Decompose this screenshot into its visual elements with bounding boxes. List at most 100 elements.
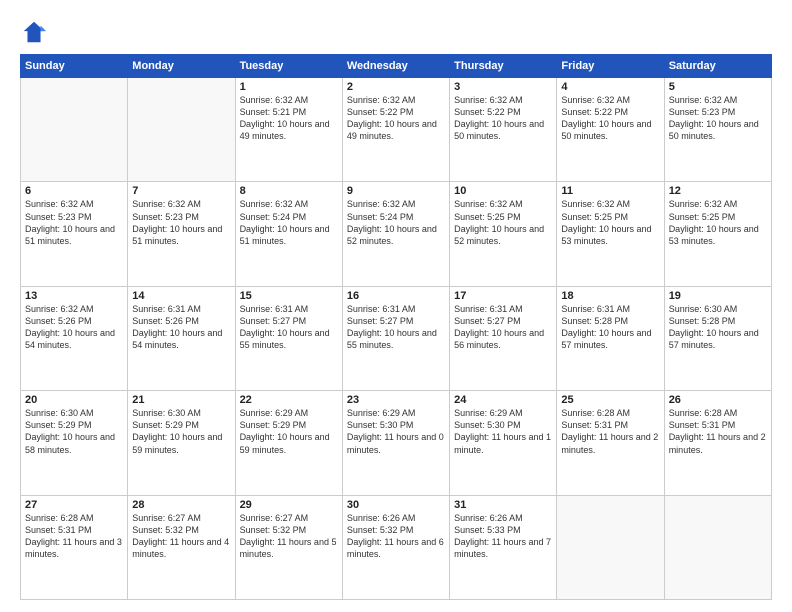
- calendar-cell: [21, 78, 128, 182]
- day-info: Sunrise: 6:32 AM Sunset: 5:23 PM Dayligh…: [132, 198, 230, 247]
- day-info: Sunrise: 6:31 AM Sunset: 5:27 PM Dayligh…: [454, 303, 552, 352]
- day-number: 16: [347, 290, 445, 302]
- calendar-header-thursday: Thursday: [450, 55, 557, 78]
- day-number: 12: [669, 185, 767, 197]
- logo: [20, 18, 52, 46]
- calendar-cell: 19Sunrise: 6:30 AM Sunset: 5:28 PM Dayli…: [664, 286, 771, 390]
- day-number: 21: [132, 394, 230, 406]
- day-number: 11: [561, 185, 659, 197]
- day-info: Sunrise: 6:32 AM Sunset: 5:23 PM Dayligh…: [669, 94, 767, 143]
- calendar-cell: 14Sunrise: 6:31 AM Sunset: 5:26 PM Dayli…: [128, 286, 235, 390]
- calendar-cell: 20Sunrise: 6:30 AM Sunset: 5:29 PM Dayli…: [21, 391, 128, 495]
- day-info: Sunrise: 6:30 AM Sunset: 5:29 PM Dayligh…: [132, 407, 230, 456]
- calendar-cell: 10Sunrise: 6:32 AM Sunset: 5:25 PM Dayli…: [450, 182, 557, 286]
- calendar-cell: 9Sunrise: 6:32 AM Sunset: 5:24 PM Daylig…: [342, 182, 449, 286]
- day-number: 25: [561, 394, 659, 406]
- calendar-cell: 15Sunrise: 6:31 AM Sunset: 5:27 PM Dayli…: [235, 286, 342, 390]
- day-info: Sunrise: 6:26 AM Sunset: 5:33 PM Dayligh…: [454, 512, 552, 561]
- calendar-table: SundayMondayTuesdayWednesdayThursdayFrid…: [20, 54, 772, 600]
- day-number: 26: [669, 394, 767, 406]
- day-number: 18: [561, 290, 659, 302]
- calendar-cell: 2Sunrise: 6:32 AM Sunset: 5:22 PM Daylig…: [342, 78, 449, 182]
- day-number: 30: [347, 499, 445, 511]
- calendar-header-wednesday: Wednesday: [342, 55, 449, 78]
- day-info: Sunrise: 6:32 AM Sunset: 5:24 PM Dayligh…: [240, 198, 338, 247]
- day-info: Sunrise: 6:32 AM Sunset: 5:25 PM Dayligh…: [561, 198, 659, 247]
- calendar-header-sunday: Sunday: [21, 55, 128, 78]
- calendar-cell: 18Sunrise: 6:31 AM Sunset: 5:28 PM Dayli…: [557, 286, 664, 390]
- day-info: Sunrise: 6:28 AM Sunset: 5:31 PM Dayligh…: [669, 407, 767, 456]
- calendar-cell: 6Sunrise: 6:32 AM Sunset: 5:23 PM Daylig…: [21, 182, 128, 286]
- day-info: Sunrise: 6:32 AM Sunset: 5:26 PM Dayligh…: [25, 303, 123, 352]
- calendar-week-3: 13Sunrise: 6:32 AM Sunset: 5:26 PM Dayli…: [21, 286, 772, 390]
- calendar-week-2: 6Sunrise: 6:32 AM Sunset: 5:23 PM Daylig…: [21, 182, 772, 286]
- day-info: Sunrise: 6:32 AM Sunset: 5:22 PM Dayligh…: [561, 94, 659, 143]
- day-info: Sunrise: 6:30 AM Sunset: 5:28 PM Dayligh…: [669, 303, 767, 352]
- day-number: 6: [25, 185, 123, 197]
- calendar-cell: [664, 495, 771, 599]
- day-info: Sunrise: 6:31 AM Sunset: 5:26 PM Dayligh…: [132, 303, 230, 352]
- calendar-cell: 25Sunrise: 6:28 AM Sunset: 5:31 PM Dayli…: [557, 391, 664, 495]
- calendar-cell: 29Sunrise: 6:27 AM Sunset: 5:32 PM Dayli…: [235, 495, 342, 599]
- calendar-cell: 22Sunrise: 6:29 AM Sunset: 5:29 PM Dayli…: [235, 391, 342, 495]
- calendar-cell: 5Sunrise: 6:32 AM Sunset: 5:23 PM Daylig…: [664, 78, 771, 182]
- calendar-header-monday: Monday: [128, 55, 235, 78]
- day-info: Sunrise: 6:32 AM Sunset: 5:21 PM Dayligh…: [240, 94, 338, 143]
- calendar-cell: 13Sunrise: 6:32 AM Sunset: 5:26 PM Dayli…: [21, 286, 128, 390]
- calendar-cell: 27Sunrise: 6:28 AM Sunset: 5:31 PM Dayli…: [21, 495, 128, 599]
- day-info: Sunrise: 6:29 AM Sunset: 5:29 PM Dayligh…: [240, 407, 338, 456]
- day-number: 14: [132, 290, 230, 302]
- day-info: Sunrise: 6:26 AM Sunset: 5:32 PM Dayligh…: [347, 512, 445, 561]
- day-info: Sunrise: 6:27 AM Sunset: 5:32 PM Dayligh…: [240, 512, 338, 561]
- day-info: Sunrise: 6:32 AM Sunset: 5:24 PM Dayligh…: [347, 198, 445, 247]
- day-number: 1: [240, 81, 338, 93]
- calendar-cell: 8Sunrise: 6:32 AM Sunset: 5:24 PM Daylig…: [235, 182, 342, 286]
- day-number: 22: [240, 394, 338, 406]
- calendar-header-saturday: Saturday: [664, 55, 771, 78]
- day-info: Sunrise: 6:30 AM Sunset: 5:29 PM Dayligh…: [25, 407, 123, 456]
- calendar-week-1: 1Sunrise: 6:32 AM Sunset: 5:21 PM Daylig…: [21, 78, 772, 182]
- day-number: 31: [454, 499, 552, 511]
- day-info: Sunrise: 6:27 AM Sunset: 5:32 PM Dayligh…: [132, 512, 230, 561]
- day-number: 13: [25, 290, 123, 302]
- day-info: Sunrise: 6:32 AM Sunset: 5:23 PM Dayligh…: [25, 198, 123, 247]
- day-number: 2: [347, 81, 445, 93]
- day-number: 28: [132, 499, 230, 511]
- day-number: 29: [240, 499, 338, 511]
- header: [20, 18, 772, 46]
- day-info: Sunrise: 6:32 AM Sunset: 5:22 PM Dayligh…: [347, 94, 445, 143]
- calendar-cell: 11Sunrise: 6:32 AM Sunset: 5:25 PM Dayli…: [557, 182, 664, 286]
- day-number: 23: [347, 394, 445, 406]
- day-info: Sunrise: 6:28 AM Sunset: 5:31 PM Dayligh…: [25, 512, 123, 561]
- day-number: 27: [25, 499, 123, 511]
- day-number: 7: [132, 185, 230, 197]
- calendar-cell: 12Sunrise: 6:32 AM Sunset: 5:25 PM Dayli…: [664, 182, 771, 286]
- day-info: Sunrise: 6:32 AM Sunset: 5:25 PM Dayligh…: [669, 198, 767, 247]
- calendar-cell: 21Sunrise: 6:30 AM Sunset: 5:29 PM Dayli…: [128, 391, 235, 495]
- calendar-header-tuesday: Tuesday: [235, 55, 342, 78]
- day-number: 5: [669, 81, 767, 93]
- calendar-header-row: SundayMondayTuesdayWednesdayThursdayFrid…: [21, 55, 772, 78]
- day-info: Sunrise: 6:29 AM Sunset: 5:30 PM Dayligh…: [347, 407, 445, 456]
- day-info: Sunrise: 6:32 AM Sunset: 5:25 PM Dayligh…: [454, 198, 552, 247]
- page: SundayMondayTuesdayWednesdayThursdayFrid…: [0, 0, 792, 612]
- day-info: Sunrise: 6:31 AM Sunset: 5:27 PM Dayligh…: [240, 303, 338, 352]
- calendar-cell: [557, 495, 664, 599]
- calendar-cell: [128, 78, 235, 182]
- day-number: 15: [240, 290, 338, 302]
- calendar-cell: 24Sunrise: 6:29 AM Sunset: 5:30 PM Dayli…: [450, 391, 557, 495]
- day-number: 24: [454, 394, 552, 406]
- day-info: Sunrise: 6:28 AM Sunset: 5:31 PM Dayligh…: [561, 407, 659, 456]
- day-info: Sunrise: 6:29 AM Sunset: 5:30 PM Dayligh…: [454, 407, 552, 456]
- calendar-cell: 26Sunrise: 6:28 AM Sunset: 5:31 PM Dayli…: [664, 391, 771, 495]
- day-number: 9: [347, 185, 445, 197]
- day-info: Sunrise: 6:31 AM Sunset: 5:27 PM Dayligh…: [347, 303, 445, 352]
- calendar-cell: 23Sunrise: 6:29 AM Sunset: 5:30 PM Dayli…: [342, 391, 449, 495]
- calendar-header-friday: Friday: [557, 55, 664, 78]
- day-info: Sunrise: 6:31 AM Sunset: 5:28 PM Dayligh…: [561, 303, 659, 352]
- calendar-cell: 28Sunrise: 6:27 AM Sunset: 5:32 PM Dayli…: [128, 495, 235, 599]
- day-number: 3: [454, 81, 552, 93]
- day-info: Sunrise: 6:32 AM Sunset: 5:22 PM Dayligh…: [454, 94, 552, 143]
- day-number: 19: [669, 290, 767, 302]
- calendar-cell: 4Sunrise: 6:32 AM Sunset: 5:22 PM Daylig…: [557, 78, 664, 182]
